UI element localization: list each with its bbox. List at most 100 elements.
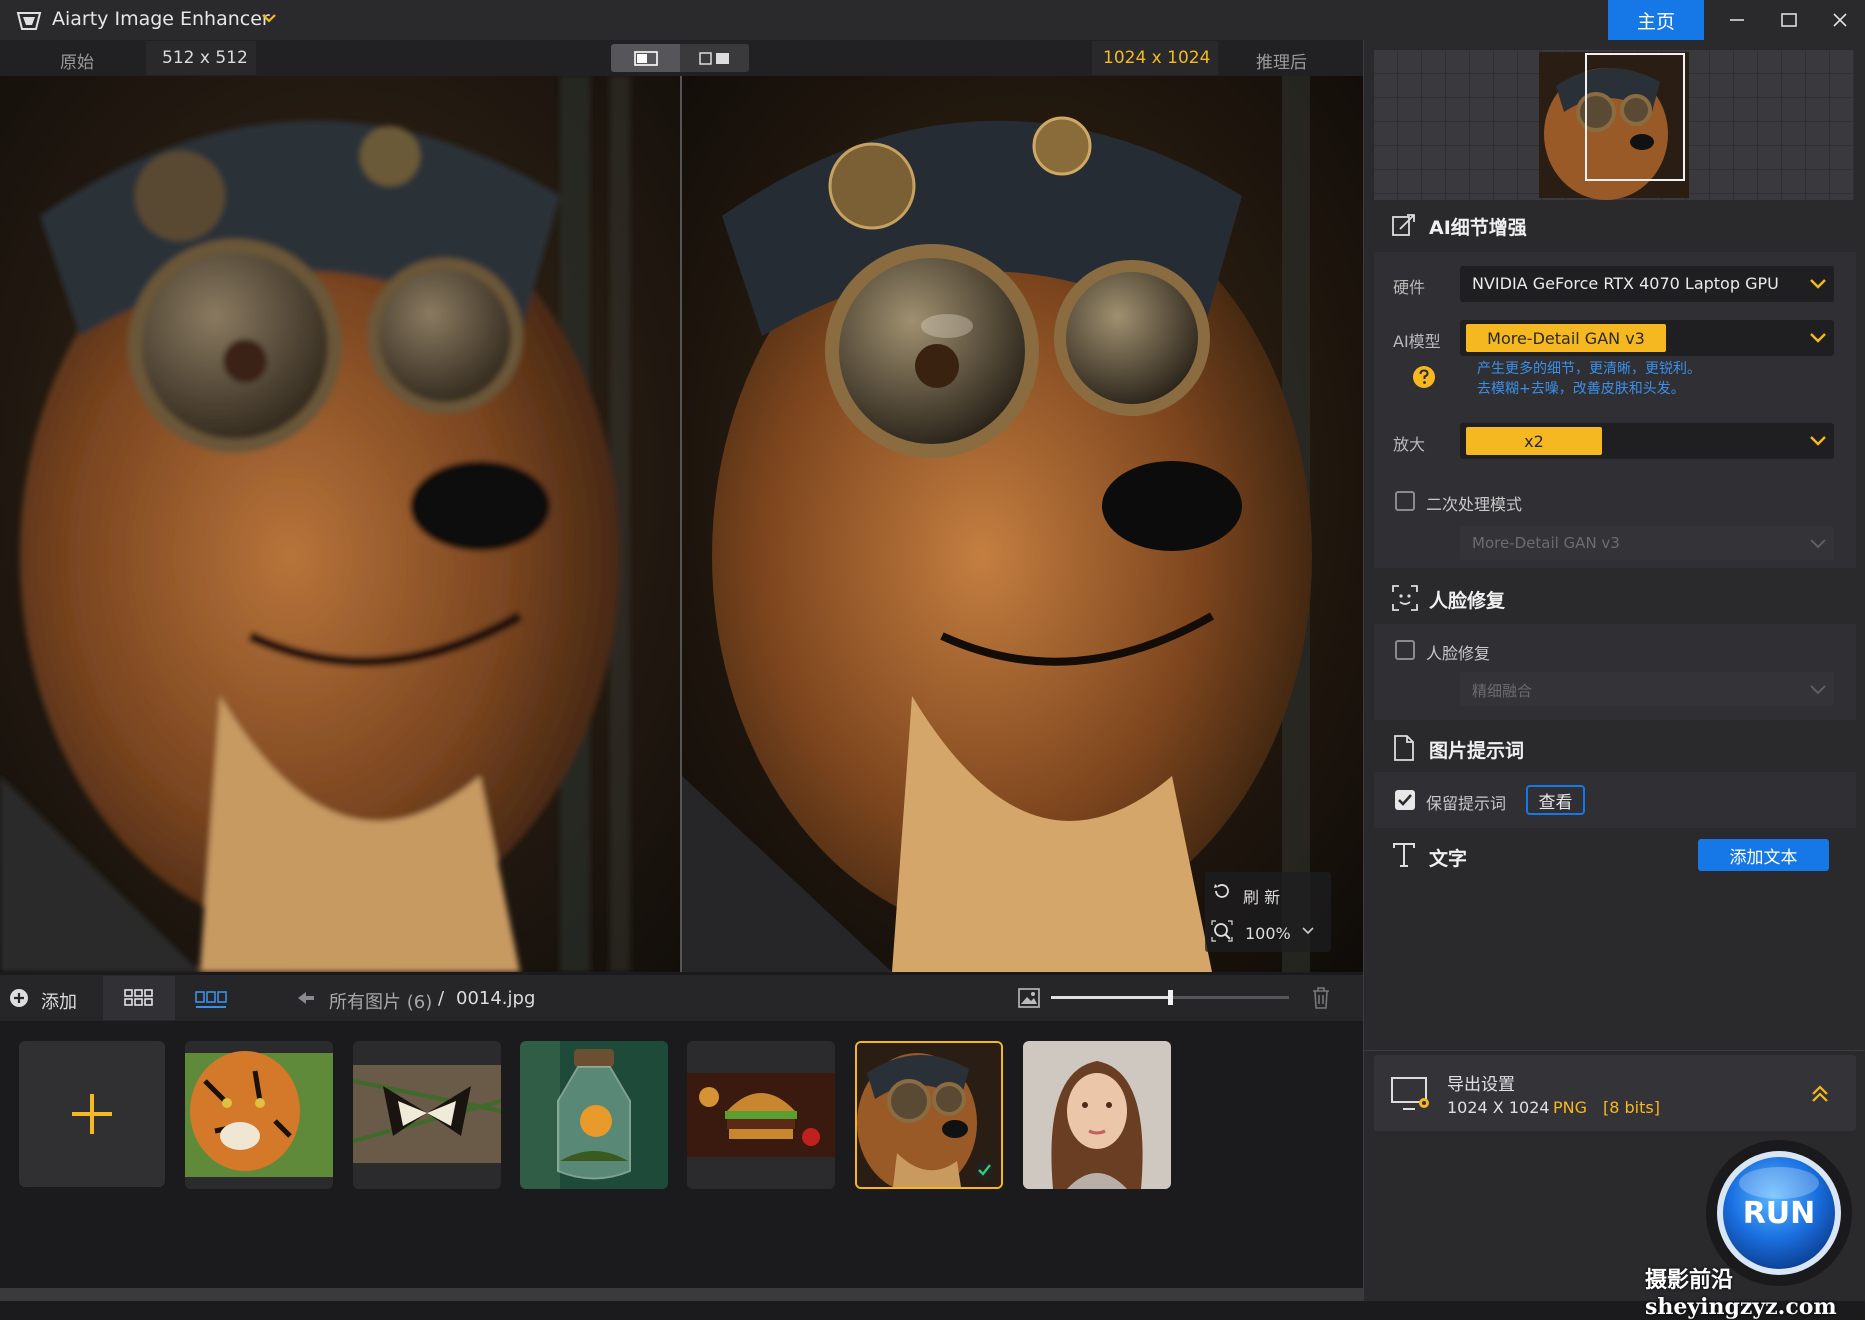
- add-text-button[interactable]: 添加文本: [1698, 839, 1829, 871]
- ai-model-chevron-down-icon: [1810, 333, 1826, 343]
- thumbnail-burger[interactable]: [687, 1041, 835, 1189]
- face-restore-label[interactable]: 人脸修复: [1426, 640, 1490, 664]
- zoom-icon: [1211, 920, 1233, 942]
- burger-image: [687, 1041, 835, 1189]
- scale-value: x2: [1466, 427, 1602, 455]
- steampunk-dog-image: [857, 1043, 1001, 1187]
- ai-model-description-line1: 产生更多的细节，更清晰，更锐利。: [1477, 361, 1701, 377]
- thumbnail-size-slider-fill: [1051, 996, 1170, 999]
- face-restore-checkbox[interactable]: [1395, 640, 1415, 660]
- enhanced-image-pane[interactable]: [682, 76, 1363, 972]
- close-icon: [1833, 13, 1847, 27]
- trash-icon[interactable]: [1310, 986, 1332, 1010]
- thumbnail-size-slider-knob[interactable]: [1168, 990, 1173, 1005]
- butterfly-image: [353, 1041, 501, 1189]
- export-divider: [1363, 1050, 1865, 1051]
- minimize-button[interactable]: [1712, 0, 1762, 40]
- terrarium-image: [520, 1041, 668, 1189]
- zoom-level[interactable]: 100%: [1245, 924, 1291, 943]
- strip-view-icon[interactable]: [193, 987, 229, 1011]
- help-icon[interactable]: [1412, 365, 1436, 389]
- second-pass-label[interactable]: 二次处理模式: [1426, 491, 1522, 515]
- original-image-pane[interactable]: [0, 76, 680, 972]
- export-format: PNG: [1553, 1098, 1588, 1117]
- export-settings-icon: [1391, 1077, 1429, 1110]
- refresh-icon[interactable]: [1212, 881, 1232, 901]
- split-view-button[interactable]: [680, 44, 749, 72]
- horizontal-scrollbar[interactable]: [0, 1288, 1363, 1301]
- face-mode-value: 精细融合: [1472, 682, 1533, 700]
- ai-model-description-line2: 去模糊+去噪，改善皮肤和头发。: [1477, 381, 1685, 397]
- refresh-button[interactable]: 刷 新: [1243, 884, 1280, 908]
- watermark-text: 摄影前沿 sheyingzyz.com: [1645, 1267, 1837, 1320]
- thumbnail-size-slider[interactable]: [1051, 990, 1289, 1005]
- enhanced-label: 推理后: [1256, 53, 1307, 73]
- app-menu-chevron-icon[interactable]: [262, 13, 276, 23]
- original-label: 原始: [60, 53, 94, 73]
- text-tool-icon: [1393, 843, 1415, 867]
- back-arrow-icon[interactable]: [296, 990, 316, 1006]
- navigator-grid: [1374, 50, 1854, 200]
- thumbnail-steampunk-dog-selected[interactable]: [855, 1041, 1003, 1189]
- scale-label: 放大: [1393, 435, 1426, 454]
- hardware-chevron-down-icon: [1810, 279, 1826, 289]
- scale-chevron-down-icon: [1810, 436, 1826, 446]
- woman-portrait-image: [1023, 1041, 1171, 1189]
- navigator-preview[interactable]: [1374, 50, 1854, 200]
- view-prompt-button[interactable]: 查看: [1526, 785, 1585, 815]
- ai-detail-title: AI细节增强: [1429, 217, 1527, 239]
- tiger-image: [185, 1041, 333, 1189]
- image-size-icon: [1018, 988, 1040, 1008]
- run-label: RUN: [1742, 1196, 1816, 1231]
- thumbnail-woman-portrait[interactable]: [1023, 1041, 1171, 1189]
- close-button[interactable]: [1815, 0, 1865, 40]
- breadcrumb-current-file: 0014.jpg: [456, 988, 536, 1009]
- thumbnail-tiger[interactable]: [185, 1041, 333, 1189]
- keep-prompt-label[interactable]: 保留提示词: [1426, 790, 1506, 814]
- maximize-icon: [1781, 13, 1797, 27]
- keep-prompt-checkbox[interactable]: [1395, 790, 1415, 810]
- hardware-label: 硬件: [1393, 278, 1426, 297]
- title-bar: [0, 0, 1865, 40]
- face-mode-chevron-down-icon: [1810, 685, 1826, 695]
- add-circle-icon[interactable]: [9, 988, 29, 1008]
- export-settings-title: 导出设置: [1447, 1075, 1515, 1095]
- add-image-tile[interactable]: [19, 1041, 165, 1187]
- breadcrumb-separator: /: [438, 988, 445, 1009]
- app-title: Aiarty Image Enhancer: [52, 8, 270, 30]
- plus-icon: [72, 1094, 112, 1134]
- face-restore-icon: [1392, 585, 1418, 611]
- enhanced-size: 1024 x 1024: [1103, 48, 1211, 68]
- app-logo-icon: [16, 12, 42, 30]
- thumbnail-butterfly[interactable]: [353, 1041, 501, 1189]
- document-icon: [1394, 735, 1414, 761]
- second-pass-checkbox[interactable]: [1395, 491, 1415, 511]
- ai-model-value: More-Detail GAN v3: [1466, 324, 1666, 352]
- thumbnail-terrarium[interactable]: [520, 1041, 668, 1189]
- home-button[interactable]: 主页: [1608, 0, 1704, 40]
- single-view-icon: [634, 51, 658, 66]
- text-section-title: 文字: [1429, 848, 1468, 870]
- single-view-button[interactable]: [611, 44, 680, 72]
- ai-model-label: AI模型: [1393, 332, 1441, 351]
- check-icon: [1398, 794, 1412, 806]
- second-pass-model-value: More-Detail GAN v3: [1472, 534, 1620, 552]
- breadcrumb-all-images[interactable]: 所有图片 (6): [329, 988, 432, 1014]
- add-button[interactable]: 添加: [41, 988, 77, 1014]
- prompt-section-title: 图片提示词: [1429, 740, 1525, 762]
- enhanced-dog-image: [682, 76, 1363, 972]
- hardware-value: NVIDIA GeForce RTX 4070 Laptop GPU: [1472, 274, 1779, 293]
- export-size: 1024 X 1024: [1447, 1098, 1550, 1117]
- grid-view-icon: [124, 989, 153, 1006]
- ai-enhance-icon: [1392, 214, 1415, 236]
- collapse-up-icon[interactable]: [1810, 1084, 1830, 1104]
- original-size: 512 x 512: [162, 48, 248, 68]
- export-bit-depth: [8 bits]: [1603, 1098, 1660, 1117]
- zoom-chevron-down-icon[interactable]: [1302, 927, 1314, 935]
- maximize-button[interactable]: [1764, 0, 1814, 40]
- face-section-title: 人脸修复: [1429, 590, 1506, 612]
- minimize-icon: [1730, 19, 1744, 21]
- split-view-icon: [699, 52, 729, 65]
- original-dog-image: [0, 76, 680, 972]
- grid-view-button[interactable]: [103, 976, 175, 1020]
